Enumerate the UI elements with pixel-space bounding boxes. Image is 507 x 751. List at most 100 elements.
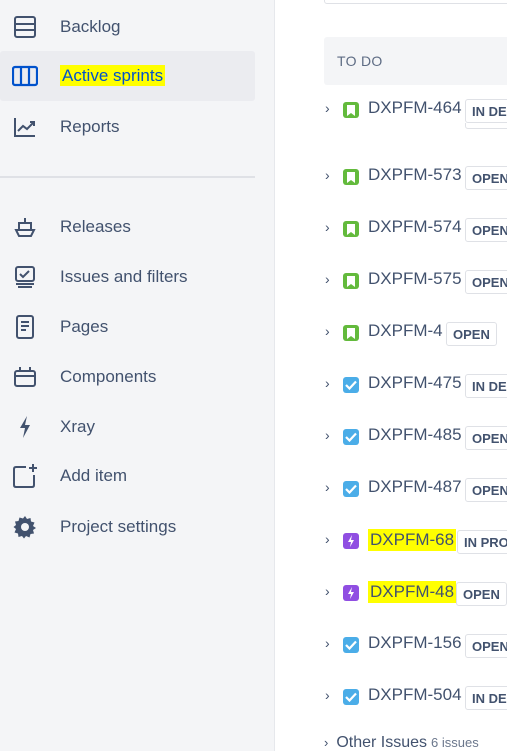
status-badge[interactable]: OPEN [465,218,507,242]
chevron-right-icon[interactable]: › [325,219,330,235]
status-badge[interactable]: OPEN [465,166,507,190]
issue-row[interactable]: › DXPFM-475 IN DE [276,373,507,415]
issue-row[interactable]: › DXPFM-68 IN PRO [276,529,507,571]
chevron-right-icon[interactable]: › [325,687,330,703]
issue-row[interactable]: › DXPFM-464 IN DE [276,98,507,140]
status-badge[interactable]: OPEN [465,270,507,294]
issue-row[interactable]: › DXPFM-575 OPEN [276,269,507,311]
xray-icon [12,414,38,440]
chevron-right-icon[interactable]: › [325,635,330,651]
chevron-right-icon[interactable]: › [325,375,330,391]
sidebar-item-pages[interactable]: Pages [0,302,255,352]
issue-row[interactable]: › DXPFM-487 OPEN [276,477,507,519]
story-icon [343,169,359,185]
sidebar-item-label: Backlog [60,17,121,36]
story-icon [343,102,359,118]
epic-icon [343,585,359,601]
sidebar-item-xray[interactable]: Xray [0,402,255,452]
issue-row[interactable]: › DXPFM-48 OPEN [276,581,507,623]
pages-icon [12,314,38,340]
task-icon [343,689,359,705]
task-icon [343,429,359,445]
components-icon [12,364,38,390]
add-item-icon [12,463,38,489]
issue-key[interactable]: DXPFM-573 [368,165,462,185]
issue-key[interactable]: DXPFM-504 [368,685,462,705]
issue-row[interactable]: › DXPFM-574 OPEN [276,217,507,259]
other-issues-toggle[interactable]: › Other Issues 6 issues [324,734,479,751]
issue-key[interactable]: DXPFM-48 [368,581,457,603]
releases-icon [12,214,38,240]
story-icon [343,221,359,237]
status-badge[interactable]: IN DE [465,374,507,398]
status-badge[interactable]: IN DE [465,686,507,710]
task-icon [343,377,359,393]
chevron-right-icon[interactable]: › [325,167,330,183]
sidebar-item-label: Xray [60,417,95,436]
chevron-right-icon[interactable]: › [325,100,330,116]
sidebar-divider [0,176,255,178]
chevron-right-icon[interactable]: › [325,323,330,339]
status-badge[interactable]: OPEN [456,582,507,606]
issue-row[interactable]: › DXPFM-504 IN DE [276,685,507,727]
sidebar-item-reports[interactable]: Reports [0,102,255,152]
issue-key[interactable]: DXPFM-4 [368,321,443,341]
status-badge[interactable]: OPEN [465,478,507,502]
task-icon [343,481,359,497]
chevron-right-icon[interactable]: › [325,531,330,547]
chevron-right-icon[interactable]: › [325,427,330,443]
status-badge[interactable]: IN PRO [457,530,507,554]
story-icon [343,325,359,341]
reports-icon [12,114,38,140]
sidebar-item-label: Add item [60,466,128,485]
task-icon [343,637,359,653]
sidebar-item-label: Releases [60,217,131,236]
issue-key[interactable]: DXPFM-68 [368,529,457,551]
status-badge-underlay [465,123,507,129]
sidebar-item-backlog[interactable]: Backlog [0,2,255,52]
issue-key[interactable]: DXPFM-464 [368,98,462,118]
chevron-right-icon[interactable]: › [325,271,330,287]
sidebar-item-issues-filters[interactable]: Issues and filters [0,252,255,302]
sidebar-item-label: Reports [60,117,120,136]
issue-key[interactable]: DXPFM-475 [368,373,462,393]
status-badge[interactable]: OPEN [465,426,507,450]
status-badge[interactable]: OPEN [446,322,497,346]
other-issues-label: Other Issues [336,734,428,751]
issue-key[interactable]: DXPFM-575 [368,269,462,289]
sidebar-item-project-settings[interactable]: Project settings [0,502,255,552]
issues-icon [12,264,38,290]
sidebar-item-label: Components [60,367,157,386]
issue-row[interactable]: › DXPFM-4 OPEN [276,321,507,363]
board-top-bar [324,0,507,4]
issue-key[interactable]: DXPFM-485 [368,425,462,445]
backlog-icon [12,14,38,40]
issue-row[interactable]: › DXPFM-156 OPEN [276,633,507,675]
story-icon [343,273,359,289]
sidebar-item-label: Pages [60,317,109,336]
epic-icon [343,533,359,549]
sidebar-item-active-sprints[interactable]: Active sprints [0,51,255,101]
status-badge[interactable]: OPEN [465,634,507,658]
issue-key[interactable]: DXPFM-487 [368,477,462,497]
column-header-todo: TO DO [324,37,507,85]
sidebar-item-components[interactable]: Components [0,352,255,402]
sidebar-item-releases[interactable]: Releases [0,202,255,252]
chevron-right-icon[interactable]: › [325,583,330,599]
issue-row[interactable]: › DXPFM-485 OPEN [276,425,507,467]
sidebar-item-label: Project settings [60,517,177,536]
sidebar-item-label: Active sprints [60,65,166,86]
issue-row[interactable]: › DXPFM-573 OPEN [276,165,507,207]
gear-icon [12,514,38,540]
sidebar-item-label: Issues and filters [60,267,188,286]
chevron-right-icon[interactable]: › [325,479,330,495]
chevron-right-icon: › [324,735,329,750]
status-badge[interactable]: IN DE [465,99,507,123]
other-issues-count: 6 issues [431,735,479,750]
issue-key[interactable]: DXPFM-574 [368,217,462,237]
issue-key[interactable]: DXPFM-156 [368,633,462,653]
board-icon [12,63,38,89]
project-sidebar: Backlog Active sprints Reports Releases … [0,0,275,751]
sidebar-item-add-item[interactable]: Add item [0,451,255,501]
sprint-board: TO DO › DXPFM-464 IN DE › DXPFM-573 OPEN… [276,0,507,751]
